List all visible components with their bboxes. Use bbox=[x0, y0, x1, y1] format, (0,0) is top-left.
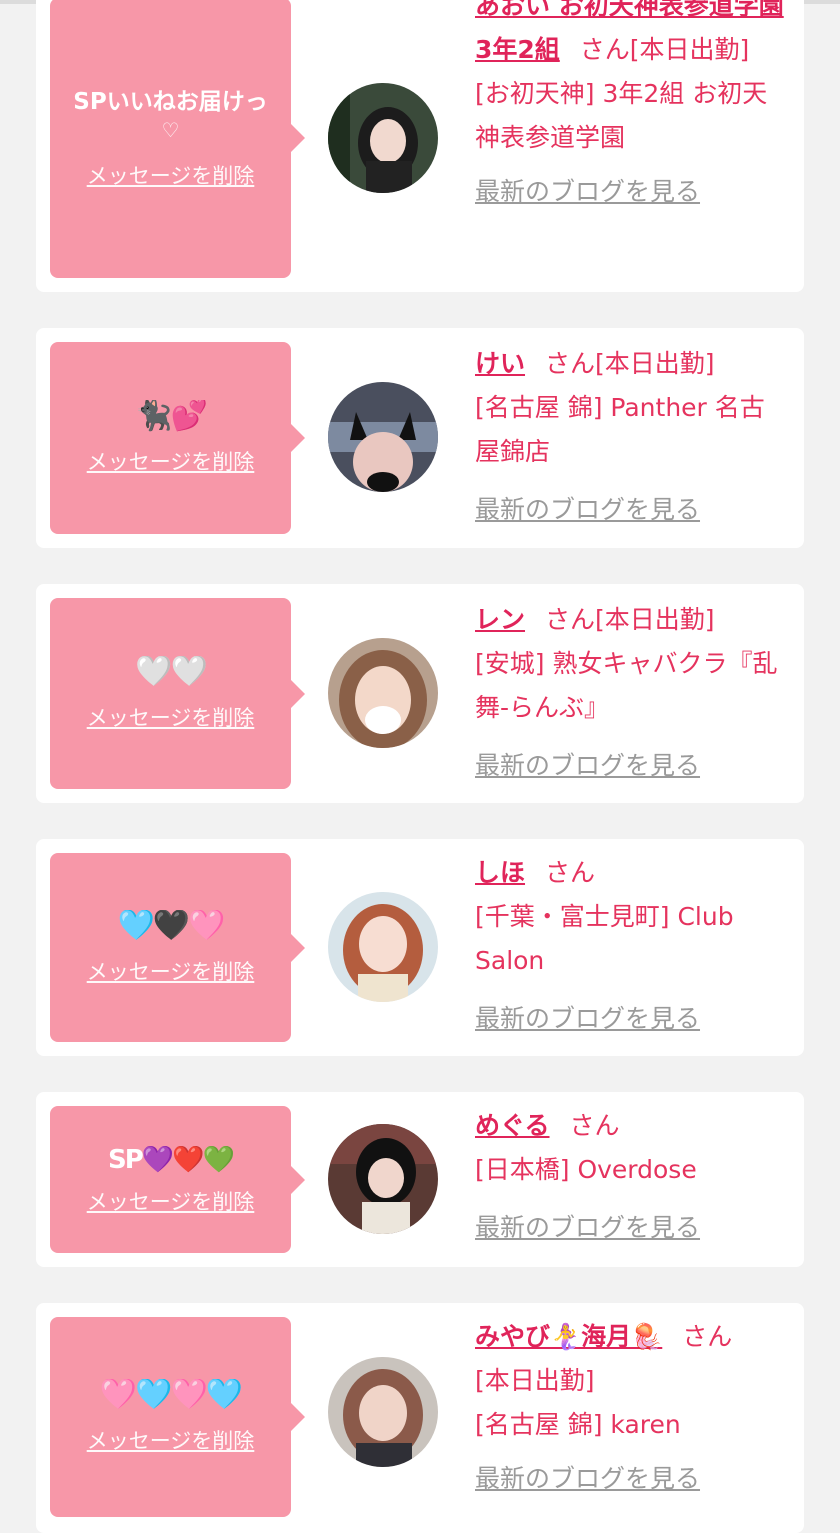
girl-name-link[interactable]: けい bbox=[475, 349, 525, 378]
name-suffix: さん[本日出勤] bbox=[579, 35, 750, 64]
name-suffix: さん bbox=[569, 1111, 620, 1140]
shop-name: [安城] 熟女キャバクラ『乱舞-らんぶ』 bbox=[475, 649, 778, 722]
avatar[interactable] bbox=[328, 638, 438, 748]
shop-name: [千葉・富士見町] Club Salon bbox=[475, 902, 734, 975]
latest-blog-link[interactable]: 最新のブログを見る bbox=[475, 997, 785, 1041]
delete-message-link[interactable]: メッセージを削除 bbox=[87, 446, 255, 476]
avatar-photo bbox=[328, 1124, 438, 1234]
girl-name-link[interactable]: しほ bbox=[475, 858, 525, 887]
shop-name: [日本橋] Overdose bbox=[475, 1155, 697, 1184]
girl-name-link[interactable]: めぐる bbox=[475, 1111, 550, 1140]
avatar[interactable] bbox=[328, 1124, 438, 1234]
delete-message-link[interactable]: メッセージを削除 bbox=[87, 1186, 255, 1216]
girl-name-link[interactable]: みやび🧜‍♀️海月🪼 bbox=[475, 1322, 662, 1351]
avatar[interactable] bbox=[328, 892, 438, 1002]
message-text: 🤍🤍 bbox=[135, 655, 206, 688]
like-card: 🤍🤍 メッセージを削除 レン さん[本日出勤] [安城] 熟女キャバクラ『乱舞-ら… bbox=[36, 584, 804, 803]
latest-blog-link[interactable]: 最新のブログを見る bbox=[475, 744, 785, 788]
name-suffix: さん bbox=[682, 1322, 733, 1351]
like-card: SPいいねお届けっ ♡ メッセージを削除 あおい お初天神表参道学園3年2組 さん… bbox=[36, 0, 804, 292]
message-bubble: 🤍🤍 メッセージを削除 bbox=[50, 598, 305, 789]
profile-info: レン さん[本日出勤] [安城] 熟女キャバクラ『乱舞-らんぶ』 最新のブログを見… bbox=[475, 598, 785, 788]
latest-blog-link[interactable]: 最新のブログを見る bbox=[475, 488, 785, 532]
profile-info: あおい お初天神表参道学園3年2組 さん[本日出勤] [お初天神] 3年2組 お初… bbox=[475, 0, 785, 214]
like-card: 🐈‍⬛💕 メッセージを削除 けい さん[本日出勤] [名古屋 錦] Panther… bbox=[36, 328, 804, 548]
profile-info: めぐる さん [日本橋] Overdose 最新のブログを見る bbox=[475, 1104, 785, 1250]
latest-blog-link[interactable]: 最新のブログを見る bbox=[475, 170, 785, 214]
message-bubble: 🐈‍⬛💕 メッセージを削除 bbox=[50, 342, 305, 534]
message-bubble: SPいいねお届けっ ♡ メッセージを削除 bbox=[50, 0, 305, 278]
like-card: SP💜❤️💚 メッセージを削除 めぐる さん [日本橋] Overdose 最新の… bbox=[36, 1092, 804, 1267]
status-text: [本日出勤] bbox=[475, 1366, 595, 1395]
message-bubble: SP💜❤️💚 メッセージを削除 bbox=[50, 1106, 305, 1253]
name-suffix: さん bbox=[545, 858, 596, 887]
delete-message-link[interactable]: メッセージを削除 bbox=[87, 702, 255, 732]
message-text: 🩷🩵🩷🩵 bbox=[99, 1379, 242, 1411]
delete-message-link[interactable]: メッセージを削除 bbox=[87, 160, 255, 190]
name-suffix: さん[本日出勤] bbox=[545, 605, 715, 634]
profile-info: みやび🧜‍♀️海月🪼 さん [本日出勤] [名古屋 錦] karen 最新のブログ… bbox=[475, 1315, 785, 1501]
girl-name-link[interactable]: レン bbox=[475, 605, 525, 634]
message-bubble: 🩷🩵🩷🩵 メッセージを削除 bbox=[50, 1317, 305, 1517]
message-text: SP💜❤️💚 bbox=[108, 1144, 233, 1175]
profile-info: しほ さん [千葉・富士見町] Club Salon 最新のブログを見る bbox=[475, 851, 785, 1041]
avatar[interactable] bbox=[328, 382, 438, 492]
delete-message-link[interactable]: メッセージを削除 bbox=[87, 956, 255, 986]
message-heart: ♡ bbox=[161, 118, 180, 142]
like-card: 🩵🖤🩷 メッセージを削除 しほ さん [千葉・富士見町] Club Salon 最… bbox=[36, 839, 804, 1056]
name-suffix: さん[本日出勤] bbox=[545, 349, 715, 378]
message-bubble: 🩵🖤🩷 メッセージを削除 bbox=[50, 853, 305, 1042]
avatar[interactable] bbox=[328, 1357, 438, 1467]
avatar-photo bbox=[328, 1357, 438, 1467]
message-text: 🩵🖤🩷 bbox=[117, 909, 224, 942]
avatar-photo bbox=[328, 638, 438, 748]
message-text: SPいいねお届けっ bbox=[73, 89, 268, 115]
delete-message-link[interactable]: メッセージを削除 bbox=[87, 1425, 255, 1455]
latest-blog-link[interactable]: 最新のブログを見る bbox=[475, 1206, 785, 1250]
avatar-photo bbox=[328, 382, 438, 492]
avatar-photo bbox=[328, 83, 438, 193]
avatar[interactable] bbox=[328, 83, 438, 193]
latest-blog-link[interactable]: 最新のブログを見る bbox=[475, 1457, 785, 1501]
like-card: 🩷🩵🩷🩵 メッセージを削除 みやび🧜‍♀️海月🪼 さん [本日出勤] [名古屋 錦… bbox=[36, 1303, 804, 1533]
shop-name: [お初天神] 3年2組 お初天神表参道学園 bbox=[475, 79, 768, 152]
shop-name: [名古屋 錦] Panther 名古屋錦店 bbox=[475, 393, 765, 466]
shop-name: [名古屋 錦] karen bbox=[475, 1410, 681, 1439]
avatar-photo bbox=[328, 892, 438, 1002]
message-text: 🐈‍⬛💕 bbox=[135, 400, 206, 432]
profile-info: けい さん[本日出勤] [名古屋 錦] Panther 名古屋錦店 最新のブログを… bbox=[475, 342, 785, 532]
